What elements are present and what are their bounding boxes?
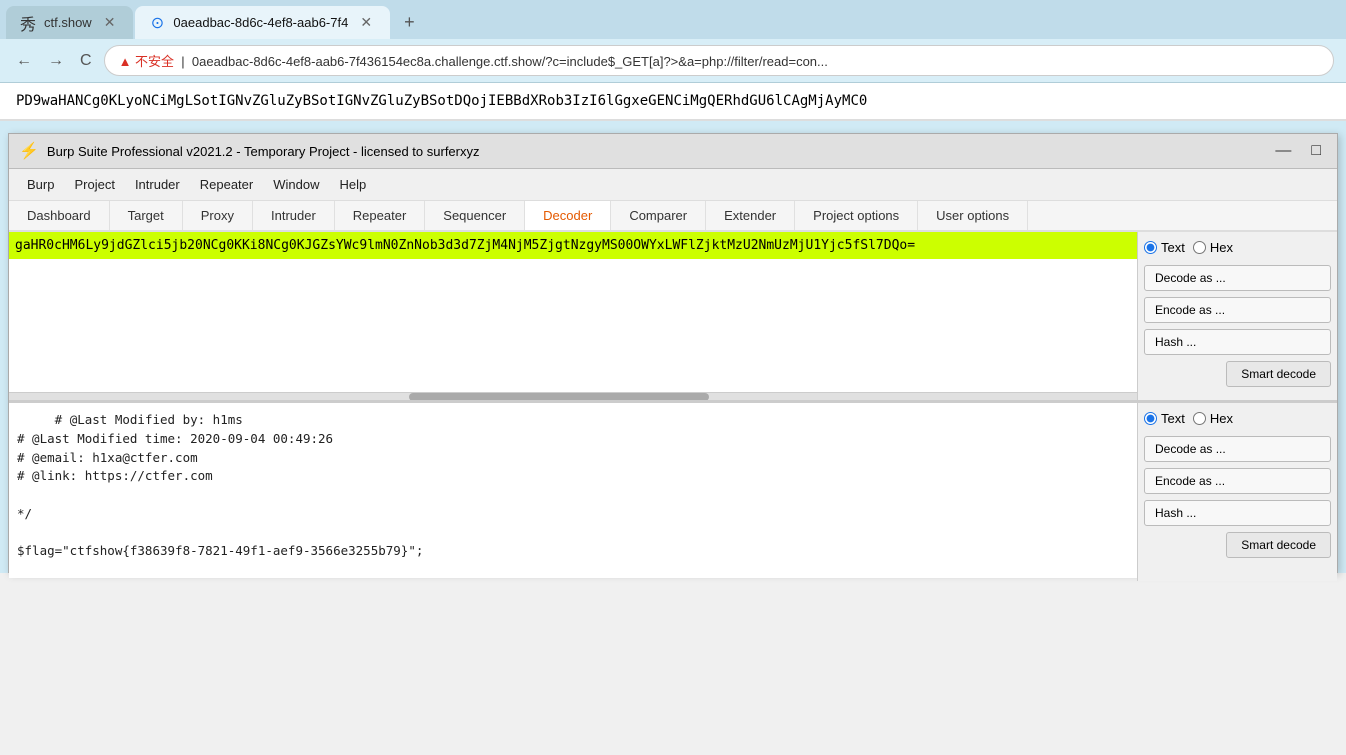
ctf-favicon: 秀 bbox=[20, 15, 36, 31]
bottom-radio-row: Text Hex bbox=[1144, 411, 1331, 426]
bottom-hex-radio[interactable] bbox=[1193, 412, 1206, 425]
menu-window[interactable]: Window bbox=[263, 173, 329, 196]
top-text-radio[interactable] bbox=[1144, 241, 1157, 254]
reload-button[interactable]: C bbox=[76, 48, 96, 74]
back-button[interactable]: ← bbox=[12, 48, 36, 74]
menu-help[interactable]: Help bbox=[329, 173, 376, 196]
decoder-area: gaHR0cHM6Ly9jdGZlci5jb20NCg0KKi8NCg0KJGZ… bbox=[9, 232, 1337, 572]
bottom-hash-button[interactable]: Hash ... bbox=[1144, 500, 1331, 526]
maximize-button[interactable]: □ bbox=[1305, 140, 1327, 162]
tab-dashboard[interactable]: Dashboard bbox=[9, 201, 110, 230]
url-text: 0aeadbac-8d6c-4ef8-aab6-7f436154ec8a.cha… bbox=[192, 54, 828, 69]
top-hash-button[interactable]: Hash ... bbox=[1144, 329, 1331, 355]
top-hex-radio-label[interactable]: Hex bbox=[1193, 240, 1233, 255]
decoder-bottom-output[interactable]: # @Last Modified by: h1ms # @Last Modifi… bbox=[9, 403, 1137, 578]
tab-ctf[interactable]: 秀 ctf.show ✕ bbox=[6, 6, 133, 39]
bottom-decode-as-button[interactable]: Decode as ... bbox=[1144, 436, 1331, 462]
nav-bar: ← → C ▲ 不安全 | 0aeadbac-8d6c-4ef8-aab6-7f… bbox=[0, 39, 1346, 83]
tab-burp[interactable]: ⊙ 0aeadbac-8d6c-4ef8-aab6-7f4 ✕ bbox=[135, 6, 390, 39]
top-decode-as-button[interactable]: Decode as ... bbox=[1144, 265, 1331, 291]
tab-decoder[interactable]: Decoder bbox=[525, 201, 611, 232]
top-smart-decode-button[interactable]: Smart decode bbox=[1226, 361, 1331, 387]
tab-intruder[interactable]: Intruder bbox=[253, 201, 335, 230]
burp-logo-icon: ⚡ bbox=[19, 141, 39, 161]
bottom-text-radio-label[interactable]: Text bbox=[1144, 411, 1185, 426]
browser-window: 秀 ctf.show ✕ ⊙ 0aeadbac-8d6c-4ef8-aab6-7… bbox=[0, 0, 1346, 573]
decoder-top-controls: Text Hex Decode as ... Encode as ... Has… bbox=[1137, 232, 1337, 400]
page-base64-text: PD9waHANCg0KLyoNCiMgLSotIGNvZGluZyBSotIG… bbox=[16, 93, 867, 109]
tab-target[interactable]: Target bbox=[110, 201, 183, 230]
forward-button[interactable]: → bbox=[44, 48, 68, 74]
burp-win-controls: — □ bbox=[1269, 140, 1327, 162]
tab-sequencer[interactable]: Sequencer bbox=[425, 201, 525, 230]
burp-window: ⚡ Burp Suite Professional v2021.2 - Temp… bbox=[8, 133, 1338, 573]
decoder-top-input[interactable]: gaHR0cHM6Ly9jdGZlci5jb20NCg0KKi8NCg0KJGZ… bbox=[9, 232, 1137, 259]
url-bar[interactable]: ▲ 不安全 | 0aeadbac-8d6c-4ef8-aab6-7f436154… bbox=[104, 45, 1334, 76]
tab-comparer[interactable]: Comparer bbox=[611, 201, 706, 230]
tab-repeater[interactable]: Repeater bbox=[335, 201, 425, 230]
page-content: PD9waHANCg0KLyoNCiMgLSotIGNvZGluZyBSotIG… bbox=[0, 83, 1346, 121]
menu-project[interactable]: Project bbox=[64, 173, 124, 196]
decoder-top-input-container: gaHR0cHM6Ly9jdGZlci5jb20NCg0KKi8NCg0KJGZ… bbox=[9, 232, 1137, 400]
decoder-bottom-section: # @Last Modified by: h1ms # @Last Modifi… bbox=[9, 403, 1337, 581]
bottom-hex-radio-label[interactable]: Hex bbox=[1193, 411, 1233, 426]
tab-proxy[interactable]: Proxy bbox=[183, 201, 253, 230]
menu-burp[interactable]: Burp bbox=[17, 173, 64, 196]
top-hex-radio[interactable] bbox=[1193, 241, 1206, 254]
scroll-thumb[interactable] bbox=[409, 393, 709, 400]
decoder-top-section: gaHR0cHM6Ly9jdGZlci5jb20NCg0KKi8NCg0KJGZ… bbox=[9, 232, 1337, 403]
scroll-bar[interactable] bbox=[9, 392, 1137, 400]
menu-intruder[interactable]: Intruder bbox=[125, 173, 190, 196]
burp-tab-close[interactable]: ✕ bbox=[356, 12, 376, 33]
burp-tab-label: 0aeadbac-8d6c-4ef8-aab6-7f4 bbox=[173, 15, 348, 30]
burp-tabs: Dashboard Target Proxy Intruder Repeater… bbox=[9, 201, 1337, 232]
decoder-bottom-controls: Text Hex Decode as ... Encode as ... Has… bbox=[1137, 403, 1337, 581]
ctf-tab-close[interactable]: ✕ bbox=[100, 12, 120, 33]
tab-user-options[interactable]: User options bbox=[918, 201, 1028, 230]
top-text-radio-label[interactable]: Text bbox=[1144, 240, 1185, 255]
burp-title-left: ⚡ Burp Suite Professional v2021.2 - Temp… bbox=[19, 141, 480, 161]
security-icon: ▲ 不安全 bbox=[119, 54, 174, 69]
menu-repeater[interactable]: Repeater bbox=[190, 173, 263, 196]
top-encode-as-button[interactable]: Encode as ... bbox=[1144, 297, 1331, 323]
tab-extender[interactable]: Extender bbox=[706, 201, 795, 230]
add-tab-button[interactable]: + bbox=[392, 6, 427, 39]
bottom-text-radio[interactable] bbox=[1144, 412, 1157, 425]
burp-favicon: ⊙ bbox=[149, 15, 165, 31]
bottom-smart-decode-button[interactable]: Smart decode bbox=[1226, 532, 1331, 558]
ctf-tab-label: ctf.show bbox=[44, 15, 92, 30]
burp-title-bar: ⚡ Burp Suite Professional v2021.2 - Temp… bbox=[9, 134, 1337, 169]
decoder-bottom-input-container: # @Last Modified by: h1ms # @Last Modifi… bbox=[9, 403, 1137, 581]
burp-menu-bar: Burp Project Intruder Repeater Window He… bbox=[9, 169, 1337, 201]
minimize-button[interactable]: — bbox=[1269, 140, 1297, 162]
bottom-encode-as-button[interactable]: Encode as ... bbox=[1144, 468, 1331, 494]
tab-project-options[interactable]: Project options bbox=[795, 201, 918, 230]
top-radio-row: Text Hex bbox=[1144, 240, 1331, 255]
burp-title-text: Burp Suite Professional v2021.2 - Tempor… bbox=[47, 144, 480, 159]
tab-bar: 秀 ctf.show ✕ ⊙ 0aeadbac-8d6c-4ef8-aab6-7… bbox=[0, 0, 1346, 39]
